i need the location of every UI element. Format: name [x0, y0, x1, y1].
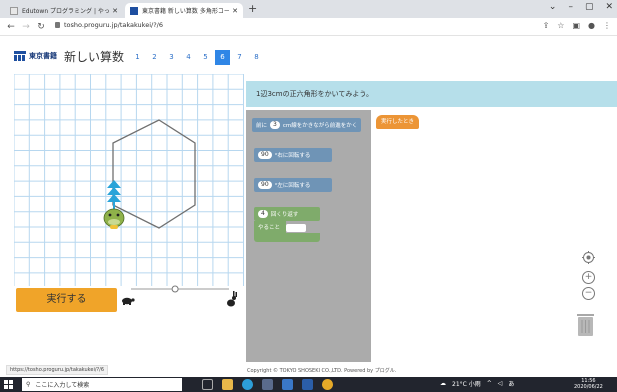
- block-text: やること: [258, 225, 281, 231]
- address-bar: ← → ↻ tosho.proguru.jp/takakukei/?/6 ⇪ ☆…: [0, 18, 617, 36]
- lesson-button-2[interactable]: 2: [147, 50, 162, 65]
- share-icon[interactable]: ⇪: [543, 21, 550, 30]
- browser-tab-bar: Edutown プログラミング | やってみよう ✕ 東京書籍 新しい算数 多角…: [0, 0, 617, 18]
- move-forward-block[interactable]: 前に 3 cm線をかきながら前進をかく: [252, 118, 362, 132]
- block-number-input[interactable]: 3: [270, 121, 280, 129]
- lesson-button-8[interactable]: 8: [249, 50, 264, 65]
- tosho-logo-icon: [14, 51, 26, 61]
- block-text: °右に回転する: [274, 153, 311, 159]
- profile-icon[interactable]: ●: [588, 21, 595, 30]
- sidebar-icon[interactable]: ▣: [572, 21, 580, 30]
- turtle-slow-icon: [122, 297, 135, 305]
- edutown-favicon-icon: [10, 6, 18, 15]
- chrome-icon[interactable]: [322, 379, 333, 390]
- copyright-text: Copyright © TOKYO SHOSEKI CO.,LTD. Power…: [247, 368, 397, 374]
- weather-icon: ☁: [440, 380, 446, 387]
- back-icon[interactable]: ←: [7, 22, 15, 32]
- block-number-input[interactable]: 90: [258, 181, 272, 189]
- app-header: 東京書籍 新しい算数 12345678: [0, 36, 617, 74]
- store-icon[interactable]: [262, 379, 273, 390]
- url-field[interactable]: tosho.proguru.jp/takakukei/?/6: [55, 21, 163, 29]
- tab-search-icon[interactable]: ⌄: [549, 2, 557, 12]
- status-url: https://tosho.proguru.jp/takakukei/?/6: [6, 365, 109, 375]
- browser-tab-edutown[interactable]: Edutown プログラミング | やってみよう ✕: [5, 3, 123, 18]
- file-explorer-icon[interactable]: [222, 379, 233, 390]
- volume-icon[interactable]: ◁: [498, 380, 503, 387]
- repeat-header: 4 回くり返す: [254, 207, 320, 221]
- lesson-button-1[interactable]: 1: [130, 50, 145, 65]
- tab-label: Edutown プログラミング | やってみよう: [22, 8, 110, 15]
- tray-chevron-icon[interactable]: ^: [487, 380, 492, 387]
- lesson-pager: 12345678: [130, 50, 264, 65]
- new-tab-button[interactable]: +: [248, 2, 257, 15]
- block-palette: 前に 3 cm線をかきながら前進をかく 90 °右に回転する 90 °左に回転す…: [246, 110, 371, 362]
- lesson-button-3[interactable]: 3: [164, 50, 179, 65]
- logo-text: 東京書籍: [29, 52, 57, 60]
- tab-close-icon[interactable]: ✕: [112, 7, 118, 15]
- speed-control: [121, 284, 239, 310]
- run-button[interactable]: 実行する: [16, 288, 117, 312]
- taskbar-search-placeholder: ここに入力して検索: [35, 382, 90, 389]
- turn-right-block[interactable]: 90 °右に回転する: [254, 148, 332, 162]
- windows-taskbar: ⚲ ここに入力して検索 ☁ 21°C 小雨 ^ ◁ あ 11:56 2020/0…: [0, 377, 617, 392]
- zoom-out-icon[interactable]: −: [582, 287, 595, 300]
- task-instruction: 1辺3cmの正六角形をかいてみよう。: [246, 81, 617, 107]
- block-number-input[interactable]: 90: [258, 151, 272, 159]
- repeat-slot: [286, 224, 306, 232]
- clock-date: 2020/06/22: [574, 384, 603, 390]
- bookmark-star-icon[interactable]: ☆: [557, 21, 564, 30]
- speed-slider-handle[interactable]: [171, 285, 179, 293]
- turn-left-block[interactable]: 90 °左に回転する: [254, 178, 332, 192]
- weather-text[interactable]: 21°C 小雨: [452, 379, 481, 388]
- search-icon: ⚲: [26, 381, 31, 388]
- block-text: 回くり返す: [270, 212, 299, 218]
- task-text: 1辺3cmの正六角形をかいてみよう。: [256, 90, 373, 98]
- window-controls: ⌄ – ▢ ✕: [549, 2, 613, 12]
- ime-indicator[interactable]: あ: [508, 379, 514, 388]
- grid-lines: [14, 74, 244, 286]
- lock-icon: [55, 22, 60, 28]
- repeat-block[interactable]: 4 回くり返す やること: [254, 207, 320, 247]
- when-run-hat-block[interactable]: 実行したとき: [376, 115, 420, 129]
- tosho-favicon-icon: [130, 6, 138, 15]
- block-text: 前に: [256, 123, 268, 129]
- drawing-stage: [14, 74, 244, 286]
- minimize-button[interactable]: –: [568, 2, 573, 12]
- address-bar-actions: ⇪ ☆ ▣ ● ⋮: [543, 21, 611, 30]
- rabbit-fast-icon: [227, 291, 237, 307]
- word-icon[interactable]: [302, 379, 313, 390]
- maximize-button[interactable]: ▢: [585, 2, 594, 12]
- reload-icon[interactable]: ↻: [37, 22, 45, 32]
- tab-label: 東京書籍 新しい算数 多角形コース: [142, 8, 230, 15]
- block-text: cm線をかきながら前進をかく: [282, 123, 358, 129]
- forward-icon[interactable]: →: [22, 22, 30, 32]
- edge-browser-icon[interactable]: [242, 379, 253, 390]
- windows-start-icon[interactable]: [4, 380, 13, 389]
- task-view-icon[interactable]: [202, 379, 213, 390]
- tosho-logo: 東京書籍: [14, 51, 57, 61]
- block-text: °左に回転する: [274, 183, 311, 189]
- tab-close-icon[interactable]: ✕: [232, 7, 238, 15]
- repeat-body-label: やること: [254, 221, 286, 233]
- lesson-button-7[interactable]: 7: [232, 50, 247, 65]
- system-tray: ☁ 21°C 小雨 ^ ◁ あ: [440, 379, 514, 388]
- mail-icon[interactable]: [282, 379, 293, 390]
- url-text: tosho.proguru.jp/takakukei/?/6: [64, 21, 163, 29]
- lesson-button-6[interactable]: 6: [215, 50, 230, 65]
- zoom-in-icon[interactable]: +: [582, 271, 595, 284]
- lesson-button-5[interactable]: 5: [198, 50, 213, 65]
- browser-tab-tosho[interactable]: 東京書籍 新しい算数 多角形コース ✕: [125, 3, 243, 18]
- lesson-button-4[interactable]: 4: [181, 50, 196, 65]
- direction-arrows: [107, 180, 121, 210]
- taskbar-search[interactable]: ⚲ ここに入力して検索: [22, 378, 182, 391]
- taskbar-clock[interactable]: 11:56 2020/06/22: [574, 378, 603, 390]
- close-window-button[interactable]: ✕: [605, 2, 613, 12]
- trash-icon[interactable]: [576, 313, 595, 337]
- repeat-footer: [254, 233, 320, 242]
- stage-canvas: [14, 74, 244, 286]
- menu-icon[interactable]: ⋮: [603, 21, 611, 30]
- block-number-input[interactable]: 4: [258, 210, 268, 218]
- recenter-icon[interactable]: [582, 251, 595, 264]
- course-title: 新しい算数: [64, 50, 125, 64]
